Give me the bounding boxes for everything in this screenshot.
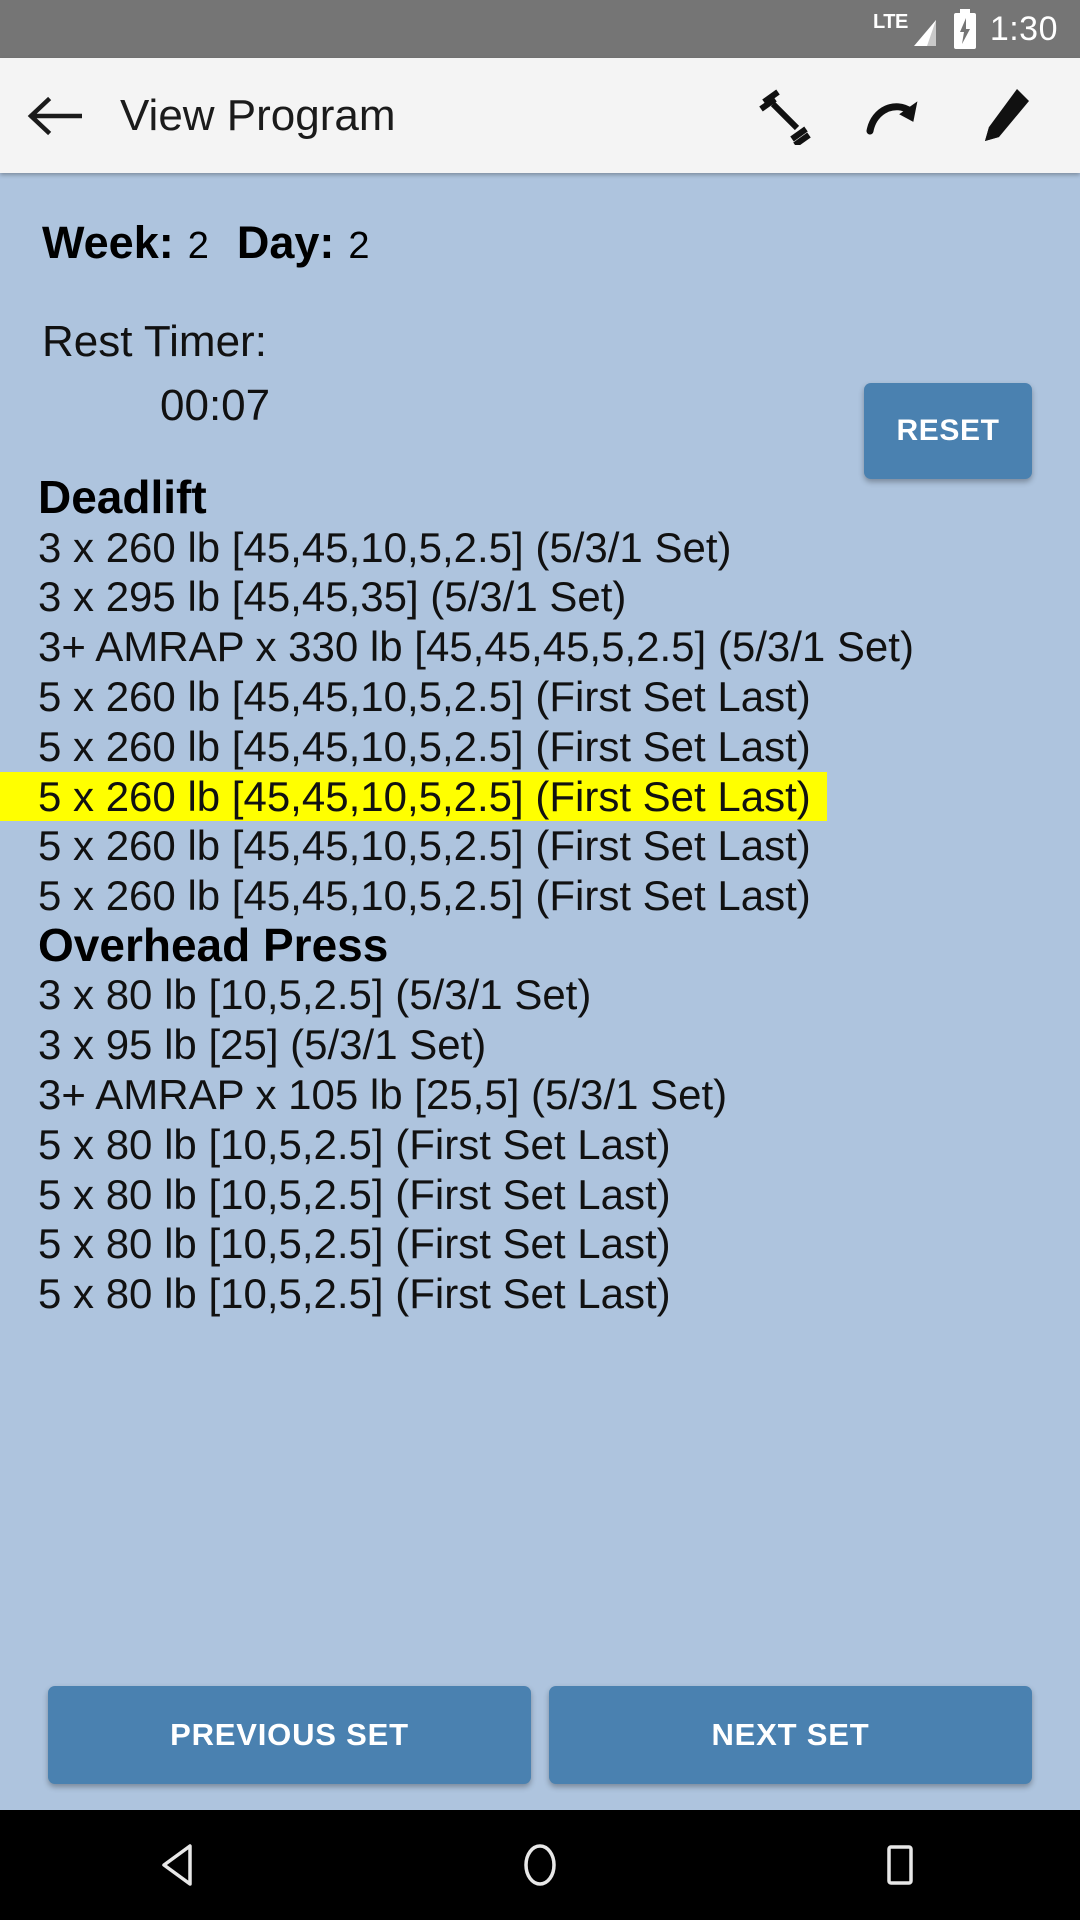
set-row[interactable]: 3+ AMRAP x 105 lb [25,5] (5/3/1 Set) [0,1070,1080,1120]
set-row[interactable]: 3 x 80 lb [10,5,2.5] (5/3/1 Set) [0,970,1080,1020]
day-value: 2 [348,225,370,267]
redo-icon[interactable] [864,85,926,147]
status-bar-clock: 1:30 [989,9,1058,48]
day-label: Day: [236,217,335,268]
set-row-current[interactable]: 5 x 260 lb [45,45,10,5,2.5] (First Set L… [0,771,827,822]
page-title: View Program [120,90,396,140]
dumbbell-icon[interactable] [754,85,816,147]
network-status: LTE [873,12,940,46]
set-row[interactable]: 3 x 295 lb [45,45,35] (5/3/1 Set) [0,572,1080,622]
back-arrow-icon[interactable] [0,94,108,138]
week-label: Week: [42,217,174,268]
next-set-button[interactable]: NEXT SET [549,1686,1032,1784]
rest-timer-block: Rest Timer: 00:07 RESET [0,317,1080,479]
nav-recents-square-icon[interactable] [835,1810,965,1920]
status-bar: LTE 1:30 [0,0,1080,58]
set-row[interactable]: 5 x 80 lb [10,5,2.5] (First Set Last) [0,1170,1080,1220]
set-row[interactable]: 5 x 80 lb [10,5,2.5] (First Set Last) [0,1120,1080,1170]
set-row[interactable]: 5 x 260 lb [45,45,10,5,2.5] (First Set L… [0,871,1080,921]
reset-button[interactable]: RESET [864,383,1032,479]
set-row[interactable]: 3+ AMRAP x 330 lb [45,45,45,5,2.5] (5/3/… [0,622,1080,672]
rest-timer-label: Rest Timer: [42,317,267,366]
set-row[interactable]: 5 x 260 lb [45,45,10,5,2.5] (First Set L… [0,672,1080,722]
set-row[interactable]: 5 x 260 lb [45,45,10,5,2.5] (First Set L… [0,821,1080,871]
set-row[interactable]: 3 x 95 lb [25] (5/3/1 Set) [0,1020,1080,1070]
program-content: Week: 2 Day: 2 Rest Timer: 00:07 RESET D… [0,173,1080,1810]
set-row[interactable]: 3 x 260 lb [45,45,10,5,2.5] (5/3/1 Set) [0,523,1080,573]
nav-home-circle-icon[interactable] [475,1810,605,1920]
android-nav-bar [0,1810,1080,1920]
set-row[interactable]: 5 x 80 lb [10,5,2.5] (First Set Last) [0,1269,1080,1319]
signal-bars-icon [910,16,940,46]
app-bar-actions [754,85,1080,147]
week-value: 2 [187,225,209,267]
nav-back-triangle-icon[interactable] [115,1810,245,1920]
lte-label: LTE [873,11,908,33]
pencil-icon[interactable] [974,85,1036,147]
set-navigation-bar: PREVIOUS SET NEXT SET [0,1686,1080,1784]
set-row[interactable]: 5 x 260 lb [45,45,10,5,2.5] (First Set L… [0,722,1080,772]
previous-set-button[interactable]: PREVIOUS SET [48,1686,531,1784]
set-row[interactable]: 5 x 80 lb [10,5,2.5] (First Set Last) [0,1219,1080,1269]
app-bar: View Program [0,58,1080,173]
exercise-list: Deadlift 3 x 260 lb [45,45,10,5,2.5] (5/3… [0,471,1080,1319]
exercise-name: Overhead Press [38,918,389,971]
set-row-highlighted-wrapper: 5 x 260 lb [45,45,10,5,2.5] (First Set L… [0,771,1080,822]
week-day-row: Week: 2 Day: 2 [0,173,1080,269]
battery-charging-icon [952,9,978,49]
exercise-name: Deadlift [38,471,207,523]
phone-screen: LTE 1:30 View Program Week: 2 Day: 2 Res… [0,0,1080,1920]
